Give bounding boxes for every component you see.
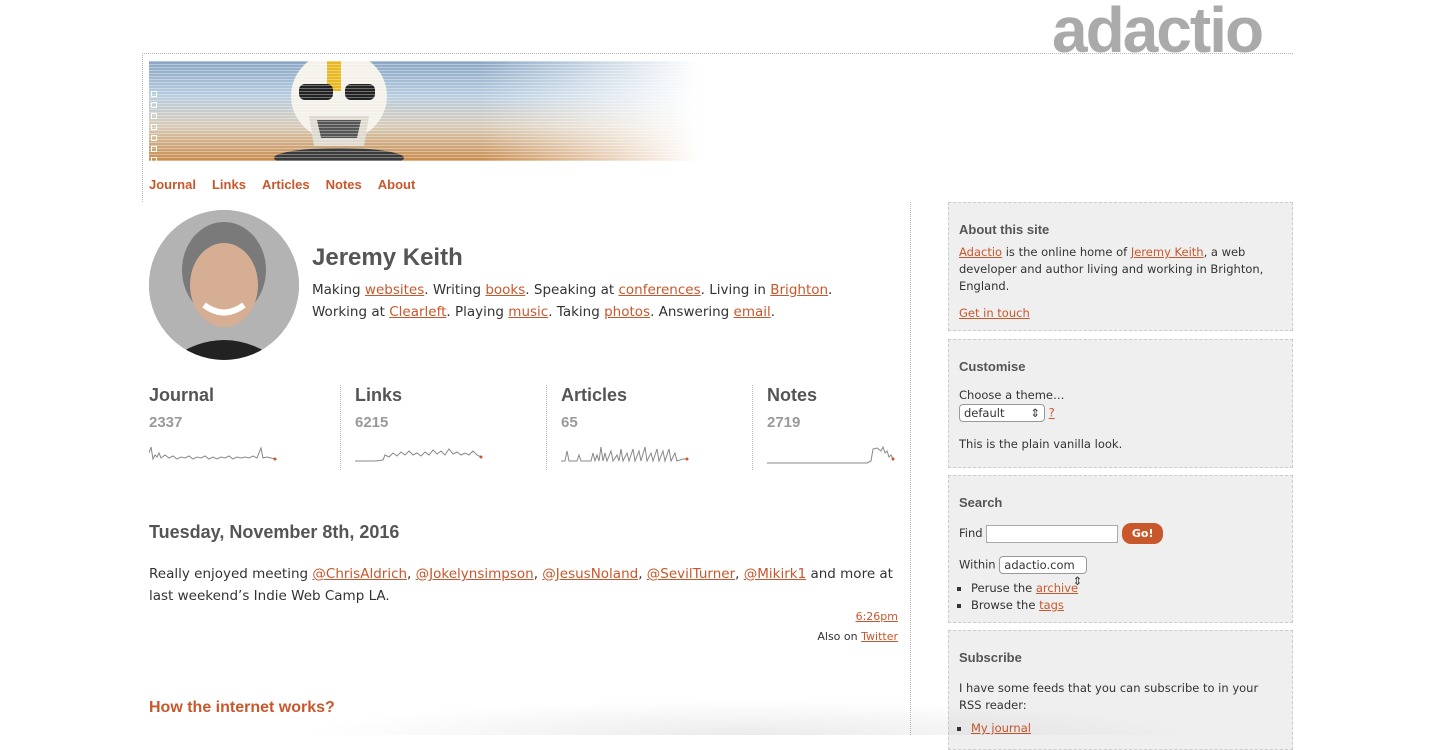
avatar — [149, 210, 299, 360]
theme-description: This is the plain vanilla look. — [959, 437, 1123, 451]
stat-label: Links — [355, 385, 403, 405]
mention-link[interactable]: @JesusNoland — [542, 566, 638, 582]
mention-link[interactable]: @SevilTurner — [647, 566, 735, 582]
sidebar-customise: Customise Choose a theme… default ⇕ ? Thi… — [948, 339, 1293, 468]
section-heading: About this site — [959, 222, 1050, 237]
nav-journal[interactable]: Journal — [149, 177, 196, 192]
sparkline-notes — [767, 445, 895, 464]
theme-help-link[interactable]: ? — [1049, 406, 1055, 420]
section-heading: Subscribe — [959, 650, 1022, 665]
stat-journal[interactable]: Journal 2337 — [149, 385, 339, 470]
archive-link[interactable]: archive — [1036, 581, 1078, 595]
conferences-link[interactable]: conferences — [618, 282, 700, 298]
jeremy-keith-link[interactable]: Jeremy Keith — [1131, 245, 1204, 259]
stat-count: 6215 — [355, 414, 389, 431]
scope-value: adactio.com — [1004, 558, 1075, 572]
entry-permalink-time[interactable]: 6:26pm — [856, 610, 898, 623]
search-links-list: Peruse the archive Browse the tags — [959, 580, 1282, 614]
photos-link[interactable]: photos — [604, 304, 650, 320]
entry-text: Really enjoyed meeting — [149, 566, 313, 582]
music-link[interactable]: music — [508, 304, 548, 320]
mention-link[interactable]: @Mikirk1 — [744, 566, 806, 582]
list-item: Peruse the archive — [971, 580, 1282, 597]
entry-date: Tuesday, November 8th, 2016 — [149, 522, 400, 542]
find-label: Find — [959, 526, 983, 540]
clearleft-link[interactable]: Clearleft — [389, 304, 446, 320]
sidebar-search: Search Find Go! Within adactio.com⇕ Peru… — [948, 475, 1293, 623]
mention-link[interactable]: @Jokelynsimpson — [416, 566, 534, 582]
site-logo[interactable]: adactio — [1052, 0, 1264, 62]
bio-text: . Playing — [446, 304, 509, 320]
stat-label: Notes — [767, 385, 818, 405]
scope-select[interactable]: adactio.com ⇕ — [999, 556, 1088, 588]
stat-label: Journal — [149, 385, 215, 405]
about-text: Adactio is the online home of Jeremy Kei… — [959, 244, 1282, 295]
list-text: Peruse the — [971, 581, 1036, 595]
header-banner-image — [149, 61, 699, 161]
nav-links[interactable]: Links — [212, 177, 246, 192]
journal-feed-link[interactable]: My journal — [971, 721, 1031, 735]
bio-line-1: Making websites. Writing books. Speaking… — [312, 279, 892, 301]
sparkline-journal — [149, 446, 277, 461]
tags-link[interactable]: tags — [1039, 598, 1064, 612]
subscribe-text: I have some feeds that you can subscribe… — [959, 681, 1259, 712]
list-item: My journal — [971, 720, 1282, 737]
stat-notes[interactable]: Notes 2719 — [752, 385, 957, 470]
nav-articles[interactable]: Articles — [262, 177, 310, 192]
stat-articles[interactable]: Articles 65 — [546, 385, 751, 470]
bio-text: Making — [312, 282, 365, 298]
sparkline-articles — [561, 446, 689, 463]
brighton-link[interactable]: Brighton — [770, 282, 828, 298]
mention-link[interactable]: @ChrisAldrich — [312, 566, 407, 582]
theme-value: default — [964, 406, 1005, 420]
list-text: Browse the — [971, 598, 1040, 612]
entry-body: Really enjoyed meeting @ChrisAldrich, @J… — [149, 566, 893, 604]
adactio-link[interactable]: Adactio — [959, 245, 1002, 259]
stat-count: 65 — [561, 414, 578, 431]
bio-text: . Taking — [548, 304, 605, 320]
main-nav: Journal Links Articles Notes About — [149, 177, 415, 192]
search-input[interactable] — [986, 524, 1119, 543]
get-in-touch-link[interactable]: Get in touch — [959, 306, 1030, 320]
sparkline-links — [355, 448, 483, 462]
feeds-list: My journal — [959, 720, 1282, 737]
sidebar-subscribe: Subscribe I have some feeds that you can… — [948, 630, 1293, 750]
bio-text: Working at — [312, 304, 390, 320]
stat-label: Articles — [561, 385, 628, 405]
bio-text: . Answering — [650, 304, 734, 320]
email-link[interactable]: email — [734, 304, 771, 320]
bio-text: . Living in — [700, 282, 771, 298]
bio-text: . — [770, 304, 776, 320]
go-button[interactable]: Go! — [1121, 523, 1164, 544]
books-link[interactable]: books — [485, 282, 525, 298]
stat-links[interactable]: Links 6215 — [340, 385, 545, 470]
list-item: Browse the tags — [971, 597, 1282, 614]
bio-text: . Speaking at — [525, 282, 619, 298]
select-arrows-icon: ⇕ — [1030, 406, 1040, 420]
bio-text: . Writing — [424, 282, 486, 298]
section-heading: Search — [959, 495, 1003, 510]
banner-dots-decoration — [151, 91, 157, 161]
stat-count: 2719 — [767, 414, 801, 431]
profile-bio: Making websites. Writing books. Speaking… — [312, 279, 892, 323]
stat-count: 2337 — [149, 414, 183, 431]
within-label: Within — [959, 557, 996, 572]
nav-about[interactable]: About — [378, 177, 416, 192]
profile-name: Jeremy Keith — [312, 244, 463, 271]
also-on: Also on Twitter — [817, 630, 898, 643]
sidebar-about: About this site Adactio is the online ho… — [948, 202, 1293, 331]
theme-select[interactable]: default ⇕ — [959, 404, 1045, 422]
websites-link[interactable]: websites — [365, 282, 424, 298]
nav-notes[interactable]: Notes — [326, 177, 362, 192]
also-on-label: Also on — [817, 630, 862, 643]
twitter-link[interactable]: Twitter — [861, 630, 898, 643]
bio-line-2: Working at Clearleft. Playing music. Tak… — [312, 301, 892, 323]
next-entry-title[interactable]: How the internet works? — [149, 699, 335, 717]
bio-text: . — [828, 282, 833, 298]
theme-prompt: Choose a theme… — [959, 388, 1065, 402]
section-heading: Customise — [959, 359, 1026, 374]
about-text-part: is the online home of — [1002, 245, 1131, 259]
